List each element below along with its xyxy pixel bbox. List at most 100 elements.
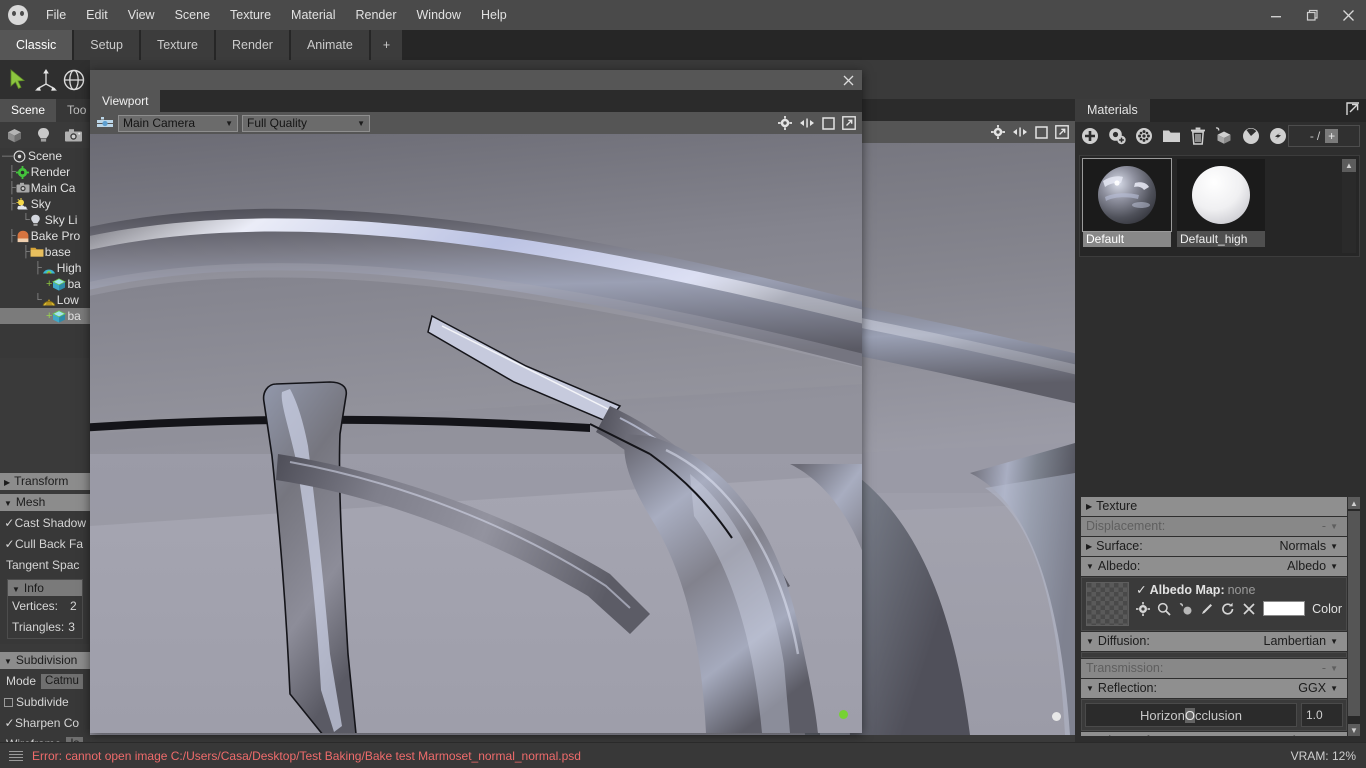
viewport-float-canvas[interactable] [90, 134, 862, 733]
load-material-icon[interactable] [1162, 128, 1181, 144]
property-row-diffusion[interactable]: ▼ Diffusion: Lambertian ▼ [1081, 632, 1347, 651]
wireframe-row[interactable]: Wireframe Is [4, 734, 86, 742]
material-count-field[interactable]: - / + [1288, 125, 1360, 147]
scrollbar-thumb[interactable] [1348, 511, 1360, 716]
gear-icon[interactable] [1136, 601, 1151, 616]
add-light-icon[interactable] [37, 127, 50, 143]
camera-dropdown[interactable]: Main Camera ▼ [118, 114, 238, 132]
tab-animate[interactable]: Animate [290, 30, 369, 60]
popout-icon[interactable] [1055, 125, 1069, 139]
tree-item-sky-light[interactable]: └ Sky Li [0, 212, 90, 228]
material-item-default[interactable]: Default [1082, 158, 1172, 253]
gear-icon[interactable] [778, 116, 792, 130]
property-row-reflection[interactable]: ▼ Reflection: GGX ▼ [1081, 679, 1347, 698]
tab-setup[interactable]: Setup [74, 30, 139, 60]
menu-item-texture[interactable]: Texture [220, 0, 281, 30]
menu-item-edit[interactable]: Edit [76, 0, 118, 30]
tab-materials[interactable]: Materials [1075, 99, 1150, 122]
horizon-occlusion-slider[interactable]: Horizon Occlusion [1085, 703, 1297, 727]
property-row-displacement[interactable]: Displacement: - ▼ [1081, 517, 1347, 536]
checkbox-cast-shadows[interactable]: ✓ Cast Shadow [4, 513, 86, 534]
square-icon[interactable] [822, 116, 835, 130]
menu-item-window[interactable]: Window [407, 0, 471, 30]
viewport-float-titlebar[interactable] [90, 70, 862, 90]
menu-item-material[interactable]: Material [281, 0, 345, 30]
tree-item-scene[interactable]: — Scene [0, 148, 90, 164]
square-icon[interactable] [1035, 125, 1048, 139]
popout-icon[interactable] [842, 116, 856, 130]
tab-add-button[interactable]: + [370, 30, 403, 60]
tree-item-render[interactable]: ├ Render [0, 164, 90, 180]
tree-item-base-folder[interactable]: ├ base [0, 244, 90, 260]
horizon-occlusion-value[interactable]: 1.0 [1301, 703, 1343, 727]
tree-item-high[interactable]: ├ High [0, 260, 90, 276]
rotate-gizmo-icon[interactable] [60, 65, 88, 95]
section-header-transform[interactable]: ▶ Transform [0, 473, 90, 490]
resize-icon[interactable] [799, 117, 815, 129]
tree-item-bake-project[interactable]: ├ Bake Pro [0, 228, 90, 244]
close-icon[interactable] [1330, 0, 1366, 30]
maximize-icon[interactable] [1294, 0, 1330, 30]
subdivision-mode-row[interactable]: Mode Catmu [4, 671, 86, 692]
scroll-down-icon[interactable]: ▼ [1348, 724, 1360, 736]
tree-expander[interactable]: — [2, 150, 13, 162]
reload-icon[interactable] [1221, 602, 1235, 616]
tab-viewport[interactable]: Viewport [90, 90, 161, 112]
tree-item-base-low-mesh[interactable]: + ba [0, 308, 90, 324]
menu-item-scene[interactable]: Scene [165, 0, 220, 30]
camera-icon[interactable] [96, 115, 114, 131]
tab-render[interactable]: Render [215, 30, 289, 60]
tangent-space-row[interactable]: Tangent Spac [4, 555, 86, 576]
duplicate-material-icon[interactable] [1108, 127, 1126, 145]
property-row-surface[interactable]: ▶ Surface: Normals ▼ [1081, 537, 1347, 556]
move-gizmo-icon[interactable] [32, 65, 60, 95]
resize-icon[interactable] [1012, 126, 1028, 138]
quality-dropdown[interactable]: Full Quality ▼ [242, 114, 370, 132]
property-row-transmission[interactable]: Transmission: - ▼ [1081, 659, 1347, 678]
tree-item-main-camera[interactable]: ├ Main Ca [0, 180, 90, 196]
section-header-subdivision[interactable]: ▼ Subdivision [0, 652, 90, 669]
property-row-microsurface[interactable]: ▼ Microsurface: Roughness ▼ [1081, 732, 1347, 736]
clear-material-icon[interactable] [1135, 127, 1153, 145]
tab-tools[interactable]: Too [56, 99, 90, 122]
checkbox-sharpen-corners[interactable]: ✓ Sharpen Co [4, 713, 86, 734]
albedo-color-swatch[interactable] [1263, 601, 1306, 616]
add-material-icon[interactable] [1081, 127, 1099, 145]
checkbox-cull-back-faces[interactable]: ✓ Cull Back Fa [4, 534, 86, 555]
close-icon[interactable] [840, 70, 856, 90]
menu-item-help[interactable]: Help [471, 0, 517, 30]
gear-icon[interactable] [991, 125, 1005, 139]
picker-icon[interactable] [1178, 602, 1193, 616]
tab-classic[interactable]: Classic [0, 30, 73, 60]
tree-item-sky[interactable]: ├ Sky [0, 196, 90, 212]
select-cursor-icon[interactable] [4, 65, 32, 95]
add-camera-icon[interactable] [64, 128, 83, 143]
edit-icon[interactable] [1200, 602, 1214, 616]
checkmark-icon[interactable]: ✓ [1136, 582, 1146, 597]
section-header-mesh[interactable]: ▼ Mesh [0, 494, 90, 511]
albedo-map-preview[interactable] [1086, 582, 1130, 626]
search-icon[interactable] [1157, 602, 1171, 616]
tab-texture[interactable]: Texture [140, 30, 214, 60]
checkbox-subdivide[interactable]: Subdivide [4, 692, 86, 713]
assign-material-icon[interactable] [1215, 127, 1233, 145]
menu-item-file[interactable]: File [36, 0, 76, 30]
material-item-default-high[interactable]: Default_high [1177, 159, 1265, 253]
console-icon[interactable] [4, 750, 28, 761]
minimize-icon[interactable] [1258, 0, 1294, 30]
tree-item-base-high-mesh[interactable]: + ba [0, 276, 90, 292]
clear-x-icon[interactable] [1242, 602, 1256, 616]
add-mesh-icon[interactable] [6, 128, 23, 143]
menu-item-render[interactable]: Render [346, 0, 407, 30]
scroll-up-icon[interactable]: ▲ [1348, 497, 1360, 509]
property-row-texture[interactable]: ▶ Texture [1081, 497, 1347, 516]
scroll-up-icon[interactable]: ▲ [1342, 159, 1356, 172]
material-properties-scrollbar[interactable]: ▲ ▼ [1348, 497, 1360, 736]
menu-item-view[interactable]: View [118, 0, 165, 30]
quick-preview-icon[interactable] [1269, 127, 1287, 145]
section-header-info[interactable]: ▼ Info [8, 580, 82, 596]
popout-icon[interactable] [1346, 102, 1360, 116]
preview-sphere-icon[interactable] [1242, 127, 1260, 145]
tree-item-low[interactable]: └ Low [0, 292, 90, 308]
delete-material-icon[interactable] [1190, 127, 1206, 145]
